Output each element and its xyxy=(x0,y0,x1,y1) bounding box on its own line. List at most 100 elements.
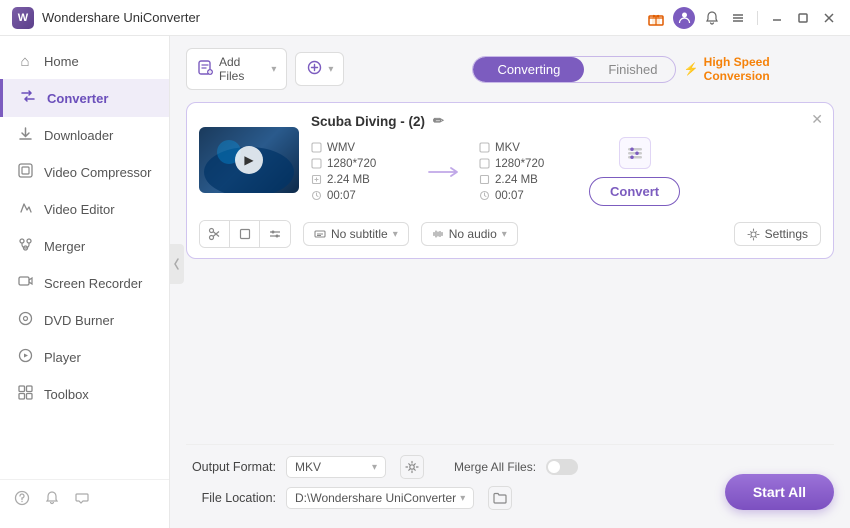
download-icon xyxy=(16,126,34,145)
video-thumbnail[interactable]: ▶ xyxy=(199,127,299,193)
dvd-icon xyxy=(16,311,34,330)
source-size-value: 2.24 MB xyxy=(327,174,370,186)
source-format-value: WMV xyxy=(327,142,355,154)
menu-icon[interactable] xyxy=(729,9,747,27)
tab-converting[interactable]: Converting xyxy=(473,57,584,82)
add-more-chevron: ▾ xyxy=(328,64,333,75)
card-top: ▶ Scuba Diving - (2) ✏ WMV xyxy=(199,113,821,206)
convert-button[interactable]: Convert xyxy=(589,177,680,206)
tab-finished[interactable]: Finished xyxy=(584,57,675,82)
compressor-icon xyxy=(16,163,34,182)
sidebar-item-downloader[interactable]: Downloader xyxy=(0,117,169,154)
start-all-button[interactable]: Start All xyxy=(725,474,834,510)
settings-label: Settings xyxy=(765,227,808,241)
add-more-button[interactable]: ▾ xyxy=(295,52,344,86)
sidebar-item-video-editor[interactable]: Video Editor xyxy=(0,191,169,228)
merge-toggle[interactable] xyxy=(546,459,578,475)
merger-icon xyxy=(16,237,34,256)
sidebar-item-converter[interactable]: Converter xyxy=(0,79,169,117)
notification-icon[interactable] xyxy=(703,9,721,27)
video-card: ✕ ▶ Scuba Diving - (2) ✏ xyxy=(186,102,834,259)
feedback-icon[interactable] xyxy=(74,490,90,510)
titlebar: W Wondershare UniConverter xyxy=(0,0,850,36)
add-files-chevron: ▾ xyxy=(271,64,276,75)
player-icon xyxy=(16,348,34,367)
audio-selector[interactable]: No audio ▾ xyxy=(421,222,518,246)
target-duration: 00:07 xyxy=(479,190,579,202)
toolbox-icon xyxy=(16,385,34,404)
play-button[interactable]: ▶ xyxy=(235,146,263,174)
sidebar-label-compressor: Video Compressor xyxy=(44,165,151,180)
sidebar-label-toolbox: Toolbox xyxy=(44,387,89,402)
add-files-label: Add Files xyxy=(219,55,266,83)
bolt-icon: ⚡ xyxy=(684,62,699,76)
video-title: Scuba Diving - (2) xyxy=(311,114,425,129)
audio-value: No audio xyxy=(449,227,497,241)
cut-tool-btn[interactable] xyxy=(200,221,230,247)
sidebar: ⌂ Home Converter Downloader Video Compre… xyxy=(0,36,170,528)
open-folder-icon[interactable] xyxy=(488,486,512,510)
source-duration: 00:07 xyxy=(311,190,411,202)
app-title: Wondershare UniConverter xyxy=(42,10,647,25)
output-format-select[interactable]: MKV ▾ xyxy=(286,456,386,478)
card-title-row: Scuba Diving - (2) ✏ xyxy=(311,113,821,129)
crop-tool-btn[interactable] xyxy=(230,221,260,247)
add-files-icon xyxy=(197,59,214,79)
source-resolution: 1280*720 xyxy=(311,158,411,170)
converter-icon xyxy=(19,88,37,108)
format-row: WMV 1280*720 2.24 MB xyxy=(311,137,821,206)
sidebar-label-converter: Converter xyxy=(47,91,108,106)
content-area: Add Files ▾ ▾ Converting Finished ⚡ High… xyxy=(170,36,850,528)
minimize-icon[interactable] xyxy=(768,9,786,27)
gift-icon[interactable] xyxy=(647,9,665,27)
file-location-value: D:\Wondershare UniConverter xyxy=(295,491,456,505)
collapse-sidebar-tab[interactable] xyxy=(170,244,184,284)
edit-title-icon[interactable]: ✏ xyxy=(433,113,444,129)
help-icon[interactable] xyxy=(14,490,30,510)
format-settings-icon[interactable] xyxy=(619,137,651,169)
target-duration-value: 00:07 xyxy=(495,190,524,202)
high-speed-conversion[interactable]: ⚡ High Speed Conversion xyxy=(684,55,834,83)
output-format-label: Output Format: xyxy=(186,460,276,474)
merge-label: Merge All Files: xyxy=(454,460,536,474)
sidebar-item-player[interactable]: Player xyxy=(0,339,169,376)
titlebar-actions xyxy=(647,7,838,29)
audio-arrow: ▾ xyxy=(502,229,507,240)
sidebar-item-merger[interactable]: Merger xyxy=(0,228,169,265)
sidebar-label-merger: Merger xyxy=(44,239,85,254)
source-size: 2.24 MB xyxy=(311,174,411,186)
output-format-settings-icon[interactable] xyxy=(400,455,424,479)
sidebar-label-screen-recorder: Screen Recorder xyxy=(44,276,142,291)
tab-switcher: Converting Finished xyxy=(472,56,675,83)
sidebar-item-dvd-burner[interactable]: DVD Burner xyxy=(0,302,169,339)
home-icon: ⌂ xyxy=(16,53,34,70)
high-speed-label: High Speed Conversion xyxy=(704,55,834,83)
close-icon[interactable] xyxy=(820,9,838,27)
source-resolution-value: 1280*720 xyxy=(327,158,376,170)
card-settings-button[interactable]: Settings xyxy=(734,222,821,246)
sidebar-item-screen-recorder[interactable]: Screen Recorder xyxy=(0,265,169,302)
user-icon[interactable] xyxy=(673,7,695,29)
bottom-bar: Output Format: MKV ▾ Merge All Files: Fi… xyxy=(186,444,834,516)
bell-bottom-icon[interactable] xyxy=(44,490,60,510)
subtitle-arrow: ▾ xyxy=(393,229,398,240)
subtitle-selector[interactable]: No subtitle ▾ xyxy=(303,222,409,246)
card-close-button[interactable]: ✕ xyxy=(811,111,823,128)
editor-icon xyxy=(16,200,34,219)
sidebar-item-home[interactable]: ⌂ Home xyxy=(0,44,169,79)
sidebar-bottom xyxy=(0,479,169,520)
target-size: 2.24 MB xyxy=(479,174,579,186)
add-files-button[interactable]: Add Files ▾ xyxy=(186,48,287,90)
maximize-icon[interactable] xyxy=(794,9,812,27)
app-logo: W xyxy=(12,7,34,29)
file-location-select[interactable]: D:\Wondershare UniConverter ▾ xyxy=(286,487,474,509)
add-more-icon xyxy=(306,59,323,79)
effects-tool-btn[interactable] xyxy=(260,221,290,247)
format-arrow xyxy=(411,164,479,180)
sidebar-item-video-compressor[interactable]: Video Compressor xyxy=(0,154,169,191)
output-format-row: Output Format: MKV ▾ Merge All Files: xyxy=(186,455,725,479)
source-duration-value: 00:07 xyxy=(327,190,356,202)
sidebar-item-toolbox[interactable]: Toolbox xyxy=(0,376,169,413)
file-location-label: File Location: xyxy=(186,491,276,505)
target-format: MKV xyxy=(479,142,579,154)
